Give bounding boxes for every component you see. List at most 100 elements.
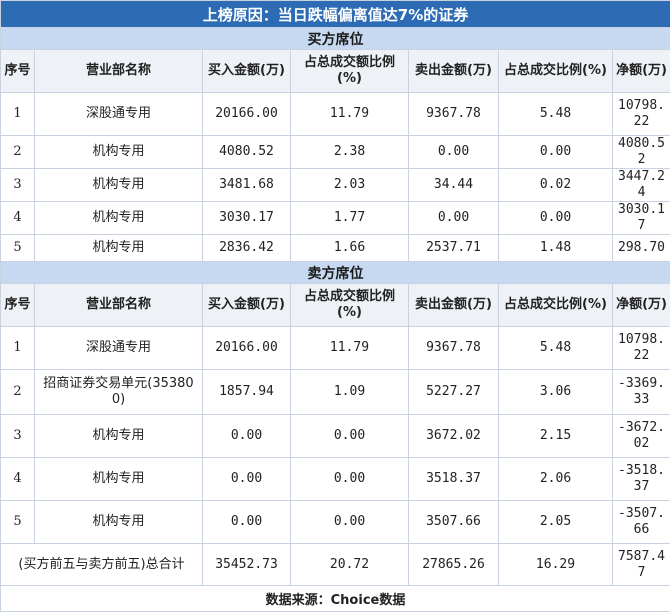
branch-name: 深股通专用 — [35, 93, 203, 136]
net-amount: 4080.52 — [613, 136, 670, 169]
buy-amount: 20166.00 — [203, 93, 291, 136]
buy-ratio: 11.79 — [291, 93, 409, 136]
sell-ratio: 1.48 — [499, 235, 613, 262]
table-row: 2 招商证券交易单元(353800) 1857.94 1.09 5227.27 … — [1, 370, 670, 415]
data-source-note: 数据来源：Choice数据 — [1, 586, 670, 612]
col-header-buy-ratio: 占总成交额比例(%) — [291, 50, 409, 93]
branch-name: 机构专用 — [35, 415, 203, 458]
row-index: 1 — [1, 93, 35, 136]
col-header-branch: 营业部名称 — [35, 284, 203, 327]
col-header-net: 净额(万) — [613, 50, 670, 93]
table-row: 1 深股通专用 20166.00 11.79 9367.78 5.48 1079… — [1, 327, 670, 370]
sell-ratio: 0.02 — [499, 169, 613, 202]
buy-header-row: 序号 营业部名称 买入金额(万) 占总成交额比例(%) 卖出金额(万) 占总成交… — [1, 50, 670, 93]
branch-name: 机构专用 — [35, 501, 203, 544]
sell-amount: 5227.27 — [409, 370, 499, 415]
total-label: (买方前五与卖方前五)总合计 — [1, 544, 203, 586]
sell-amount: 9367.78 — [409, 327, 499, 370]
buy-ratio: 2.38 — [291, 136, 409, 169]
row-index: 4 — [1, 202, 35, 235]
buy-section-label: 买方席位 — [1, 28, 670, 50]
table-row: 2 机构专用 4080.52 2.38 0.00 0.00 4080.52 — [1, 136, 670, 169]
total-net-amount: 7587.47 — [613, 544, 670, 586]
total-buy-ratio: 20.72 — [291, 544, 409, 586]
branch-name: 机构专用 — [35, 202, 203, 235]
net-amount: -3369.33 — [613, 370, 670, 415]
sell-ratio: 0.00 — [499, 136, 613, 169]
sell-ratio: 5.48 — [499, 93, 613, 136]
col-header-buy-amount: 买入金额(万) — [203, 284, 291, 327]
table-row: 3 机构专用 3481.68 2.03 34.44 0.02 3447.24 — [1, 169, 670, 202]
buy-amount: 20166.00 — [203, 327, 291, 370]
col-header-branch: 营业部名称 — [35, 50, 203, 93]
total-row: (买方前五与卖方前五)总合计 35452.73 20.72 27865.26 1… — [1, 544, 670, 586]
buy-amount: 0.00 — [203, 458, 291, 501]
sell-amount: 0.00 — [409, 202, 499, 235]
row-index: 5 — [1, 235, 35, 262]
row-index: 3 — [1, 169, 35, 202]
sell-ratio: 0.00 — [499, 202, 613, 235]
sell-section-label: 卖方席位 — [1, 262, 670, 284]
net-amount: -3507.66 — [613, 501, 670, 544]
sell-ratio: 2.05 — [499, 501, 613, 544]
row-index: 4 — [1, 458, 35, 501]
row-index: 2 — [1, 370, 35, 415]
dragon-tiger-table: 上榜原因：当日跌幅偏离值达7%的证券 买方席位 序号 营业部名称 买入金额(万)… — [0, 0, 670, 612]
buy-ratio: 0.00 — [291, 458, 409, 501]
sell-header-row: 序号 营业部名称 买入金额(万) 占总成交额比例(%) 卖出金额(万) 占总成交… — [1, 284, 670, 327]
table-row: 5 机构专用 2836.42 1.66 2537.71 1.48 298.70 — [1, 235, 670, 262]
total-sell-amount: 27865.26 — [409, 544, 499, 586]
sell-amount: 3518.37 — [409, 458, 499, 501]
sell-amount: 9367.78 — [409, 93, 499, 136]
sell-ratio: 2.06 — [499, 458, 613, 501]
table-row: 3 机构专用 0.00 0.00 3672.02 2.15 -3672.02 — [1, 415, 670, 458]
branch-name: 机构专用 — [35, 136, 203, 169]
row-index: 2 — [1, 136, 35, 169]
buy-amount: 0.00 — [203, 501, 291, 544]
buy-amount: 2836.42 — [203, 235, 291, 262]
sell-amount: 0.00 — [409, 136, 499, 169]
sell-ratio: 3.06 — [499, 370, 613, 415]
total-buy-amount: 35452.73 — [203, 544, 291, 586]
row-index: 5 — [1, 501, 35, 544]
total-sell-ratio: 16.29 — [499, 544, 613, 586]
buy-ratio: 0.00 — [291, 501, 409, 544]
table-title: 上榜原因：当日跌幅偏离值达7%的证券 — [1, 1, 670, 28]
buy-amount: 0.00 — [203, 415, 291, 458]
branch-name: 深股通专用 — [35, 327, 203, 370]
sell-amount: 2537.71 — [409, 235, 499, 262]
col-header-index: 序号 — [1, 50, 35, 93]
buy-amount: 1857.94 — [203, 370, 291, 415]
sell-amount: 3672.02 — [409, 415, 499, 458]
sell-ratio: 5.48 — [499, 327, 613, 370]
branch-name: 机构专用 — [35, 235, 203, 262]
buy-ratio: 1.77 — [291, 202, 409, 235]
buy-ratio: 1.09 — [291, 370, 409, 415]
table-row: 1 深股通专用 20166.00 11.79 9367.78 5.48 1079… — [1, 93, 670, 136]
net-amount: 3447.24 — [613, 169, 670, 202]
sell-ratio: 2.15 — [499, 415, 613, 458]
buy-amount: 3481.68 — [203, 169, 291, 202]
net-amount: 10798.22 — [613, 93, 670, 136]
sell-amount: 3507.66 — [409, 501, 499, 544]
net-amount: 10798.22 — [613, 327, 670, 370]
table-row: 4 机构专用 0.00 0.00 3518.37 2.06 -3518.37 — [1, 458, 670, 501]
branch-name: 机构专用 — [35, 458, 203, 501]
col-header-sell-amount: 卖出金额(万) — [409, 284, 499, 327]
branch-name: 机构专用 — [35, 169, 203, 202]
table-row: 5 机构专用 0.00 0.00 3507.66 2.05 -3507.66 — [1, 501, 670, 544]
table-row: 4 机构专用 3030.17 1.77 0.00 0.00 3030.17 — [1, 202, 670, 235]
buy-ratio: 0.00 — [291, 415, 409, 458]
row-index: 1 — [1, 327, 35, 370]
sell-amount: 34.44 — [409, 169, 499, 202]
col-header-net: 净额(万) — [613, 284, 670, 327]
buy-amount: 3030.17 — [203, 202, 291, 235]
buy-ratio: 11.79 — [291, 327, 409, 370]
net-amount: 298.70 — [613, 235, 670, 262]
col-header-buy-ratio: 占总成交额比例(%) — [291, 284, 409, 327]
net-amount: 3030.17 — [613, 202, 670, 235]
col-header-sell-amount: 卖出金额(万) — [409, 50, 499, 93]
col-header-buy-amount: 买入金额(万) — [203, 50, 291, 93]
buy-ratio: 2.03 — [291, 169, 409, 202]
col-header-index: 序号 — [1, 284, 35, 327]
